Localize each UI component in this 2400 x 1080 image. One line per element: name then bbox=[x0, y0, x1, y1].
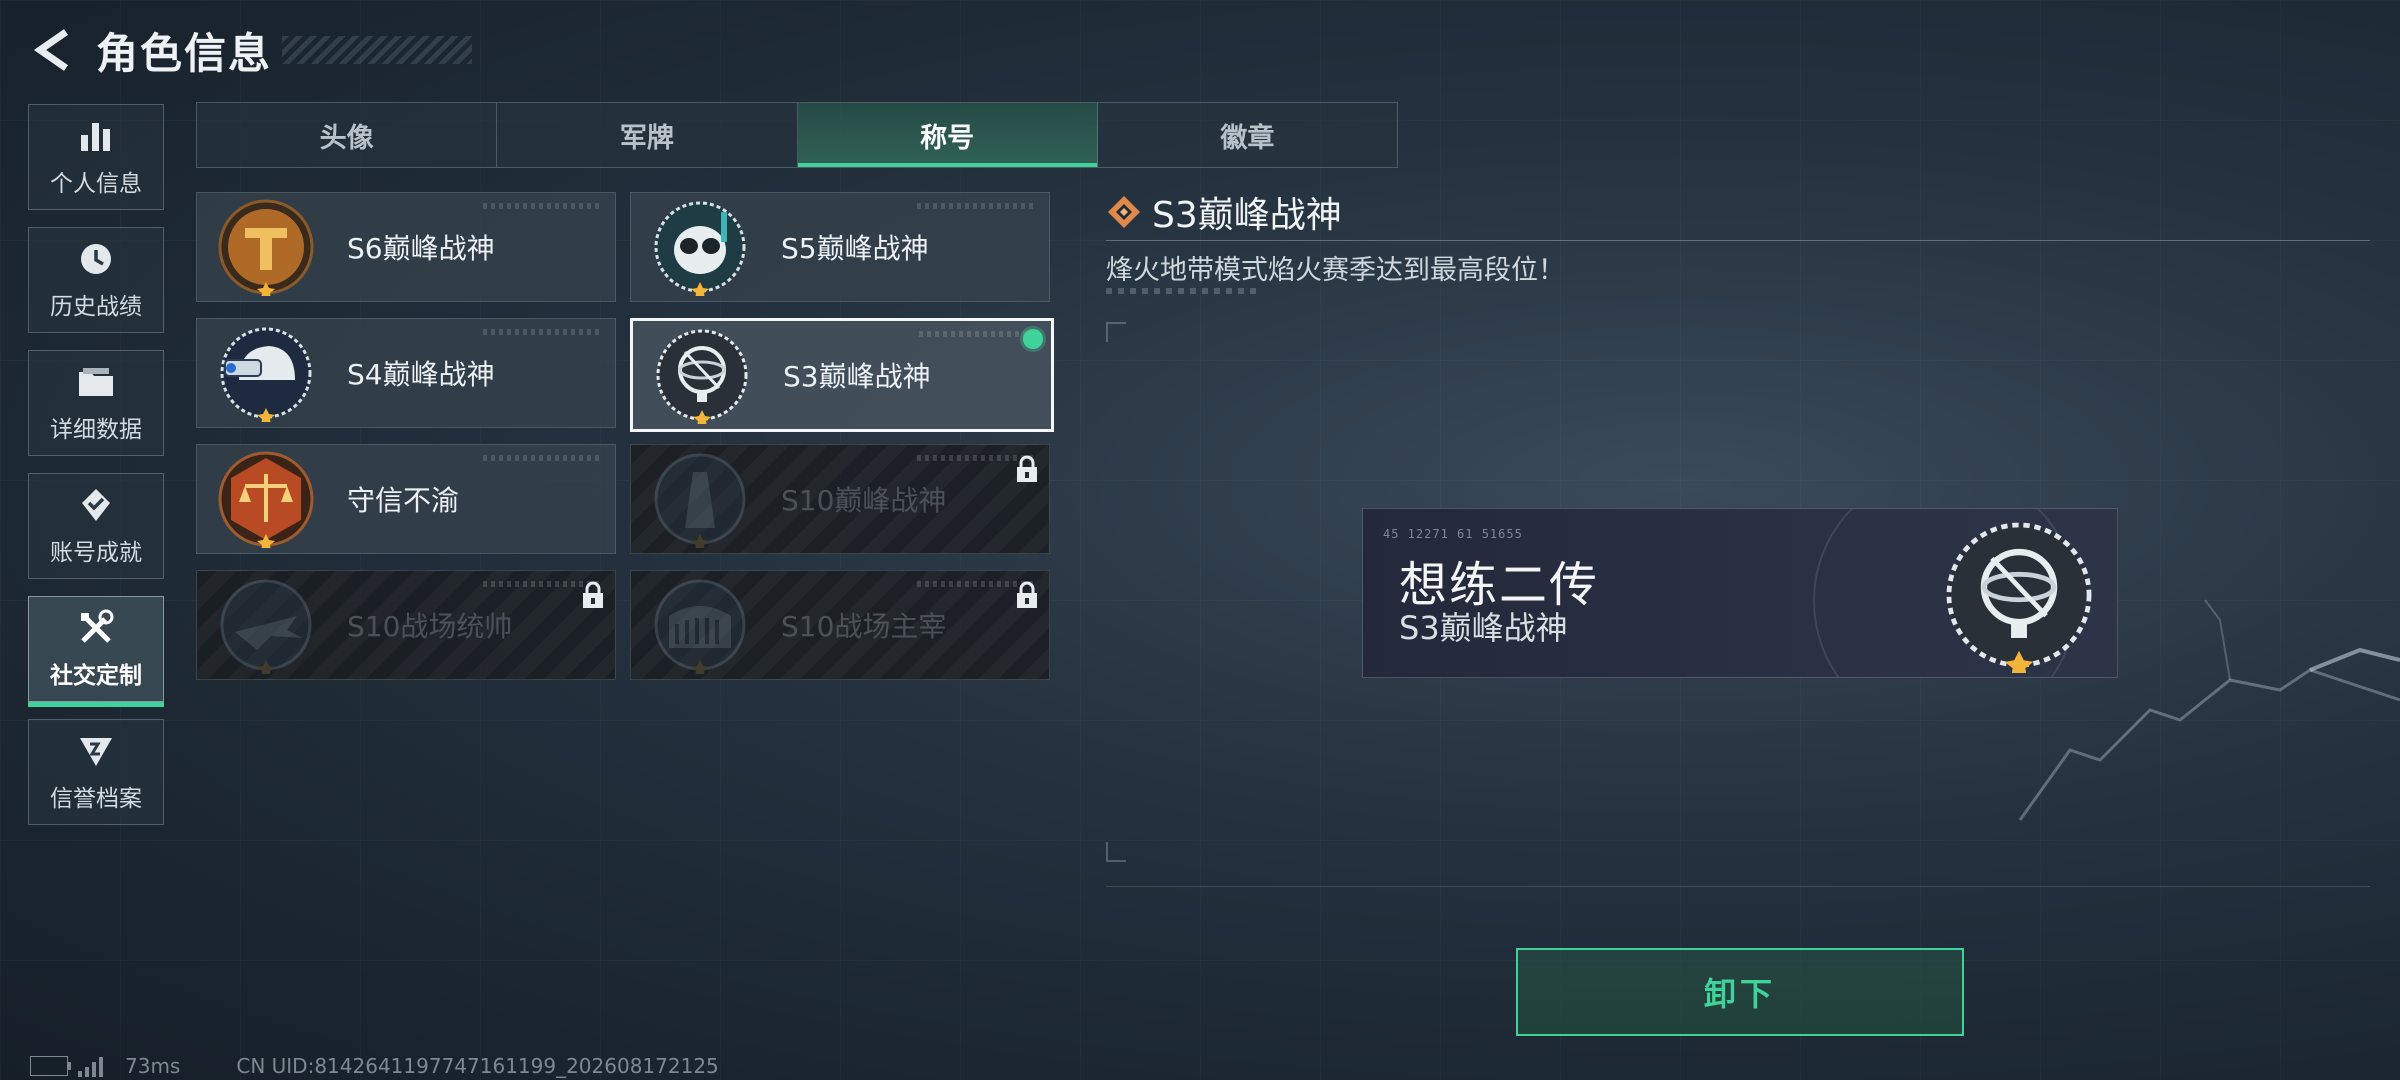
diamond-icon bbox=[1108, 196, 1140, 228]
title-card-s10-dominator[interactable]: S10战场主宰 bbox=[630, 570, 1050, 680]
sidebar-item-reputation[interactable]: 信誉档案 bbox=[28, 719, 164, 825]
diver-skull-emblem-icon bbox=[651, 198, 749, 299]
sidebar: 个人信息 历史战绩 详细数据 账号成就 社交定制 信誉档案 bbox=[28, 104, 166, 842]
armillary-sphere-emblem-icon bbox=[653, 326, 751, 427]
sidebar-item-label: 详细数据 bbox=[50, 417, 142, 443]
preview-title: S3巅峰战神 bbox=[1399, 609, 1568, 647]
title-card-label: S10战场统帅 bbox=[347, 610, 513, 643]
detail-title: S3巅峰战神 bbox=[1106, 186, 1342, 238]
tab-dog-tag[interactable]: 军牌 bbox=[497, 103, 798, 167]
title-card-s6[interactable]: S6巅峰战神 bbox=[196, 192, 616, 302]
bar-chart-icon bbox=[76, 116, 116, 156]
tab-bar: 头像 军牌 称号 徽章 bbox=[196, 102, 1398, 168]
sidebar-item-personal-info[interactable]: 个人信息 bbox=[28, 104, 164, 210]
unequip-button-label: 卸下 bbox=[1703, 975, 1776, 1013]
signal-icon bbox=[78, 1055, 103, 1077]
page-header: 角色信息 bbox=[28, 22, 473, 78]
frame-corner bbox=[1106, 322, 1126, 342]
uid-text: CN UID:8142641197747161199_202608172125 bbox=[236, 1054, 719, 1078]
folder-icon bbox=[76, 362, 116, 402]
title-card-label: S10巅峰战神 bbox=[781, 484, 947, 517]
frame-corner bbox=[1106, 842, 1126, 862]
achievement-icon bbox=[76, 485, 116, 525]
detail-title-text: S3巅峰战神 bbox=[1152, 195, 1342, 236]
tools-icon bbox=[76, 608, 116, 648]
title-card-label: S10战场主宰 bbox=[781, 610, 947, 643]
title-card-label: 守信不渝 bbox=[347, 484, 460, 517]
armillary-sphere-emblem-icon bbox=[1941, 517, 2097, 677]
tower-emblem-icon bbox=[651, 450, 749, 551]
unequip-button[interactable]: 卸下 bbox=[1516, 948, 1964, 1036]
sidebar-item-label: 历史战绩 bbox=[50, 294, 142, 320]
battery-icon bbox=[30, 1056, 71, 1076]
title-card-label: S5巅峰战神 bbox=[781, 232, 929, 265]
title-card-s10-peak[interactable]: S10巅峰战神 bbox=[630, 444, 1050, 554]
title-card-s4[interactable]: S4巅峰战神 bbox=[196, 318, 616, 428]
sidebar-item-label: 账号成就 bbox=[50, 540, 142, 566]
tab-title[interactable]: 称号 bbox=[797, 103, 1098, 167]
preview-tag: 45 12271 61 51655 bbox=[1383, 527, 1523, 541]
lock-icon bbox=[1017, 455, 1037, 482]
clock-icon bbox=[76, 239, 116, 279]
sidebar-item-label: 信誉档案 bbox=[50, 786, 142, 812]
title-hatch-decoration bbox=[282, 36, 473, 64]
title-card-keep-faith[interactable]: 守信不渝 bbox=[196, 444, 616, 554]
scales-emblem-icon bbox=[217, 450, 315, 551]
sidebar-item-social-custom[interactable]: 社交定制 bbox=[28, 596, 164, 707]
sidebar-item-details[interactable]: 详细数据 bbox=[28, 350, 164, 456]
title-preview-card: 45 12271 61 51655 想练二传 S3巅峰战神 bbox=[1362, 508, 2118, 678]
sidebar-item-history[interactable]: 历史战绩 bbox=[28, 227, 164, 333]
gold-t-emblem-icon bbox=[217, 198, 315, 299]
back-button[interactable] bbox=[28, 26, 76, 74]
lock-icon bbox=[1017, 581, 1037, 608]
ping-text: 73ms bbox=[125, 1054, 181, 1078]
title-card-s10-commander[interactable]: S10战场统帅 bbox=[196, 570, 616, 680]
status-bar: 73ms CN UID:8142641197747161199_20260817… bbox=[30, 1054, 719, 1078]
detail-bottom-divider bbox=[1106, 886, 2370, 887]
tab-avatar[interactable]: 头像 bbox=[197, 103, 498, 167]
title-card-label: S3巅峰战神 bbox=[783, 360, 931, 393]
equipped-indicator bbox=[1023, 329, 1043, 349]
title-card-s3[interactable]: S3巅峰战神 bbox=[630, 318, 1054, 432]
title-card-label: S4巅峰战神 bbox=[347, 358, 495, 391]
colosseum-emblem-icon bbox=[651, 576, 749, 677]
tab-badge[interactable]: 徽章 bbox=[1098, 103, 1397, 167]
night-vision-helmet-emblem-icon bbox=[217, 324, 315, 425]
detail-subline-decoration bbox=[1106, 288, 1256, 294]
sidebar-item-label: 社交定制 bbox=[50, 663, 142, 689]
sidebar-item-label: 个人信息 bbox=[50, 171, 142, 197]
detail-description: 烽火地带模式焰火赛季达到最高段位！ bbox=[1106, 255, 1565, 286]
page-title: 角色信息 bbox=[96, 28, 273, 78]
aircraft-emblem-icon bbox=[217, 576, 315, 677]
title-card-s5[interactable]: S5巅峰战神 bbox=[630, 192, 1050, 302]
back-arrow-icon bbox=[33, 29, 68, 71]
lock-icon bbox=[583, 581, 603, 608]
sidebar-item-achievements[interactable]: 账号成就 bbox=[28, 473, 164, 579]
reputation-icon bbox=[76, 731, 116, 771]
detail-divider bbox=[1106, 240, 2370, 241]
title-card-label: S6巅峰战神 bbox=[347, 232, 495, 265]
